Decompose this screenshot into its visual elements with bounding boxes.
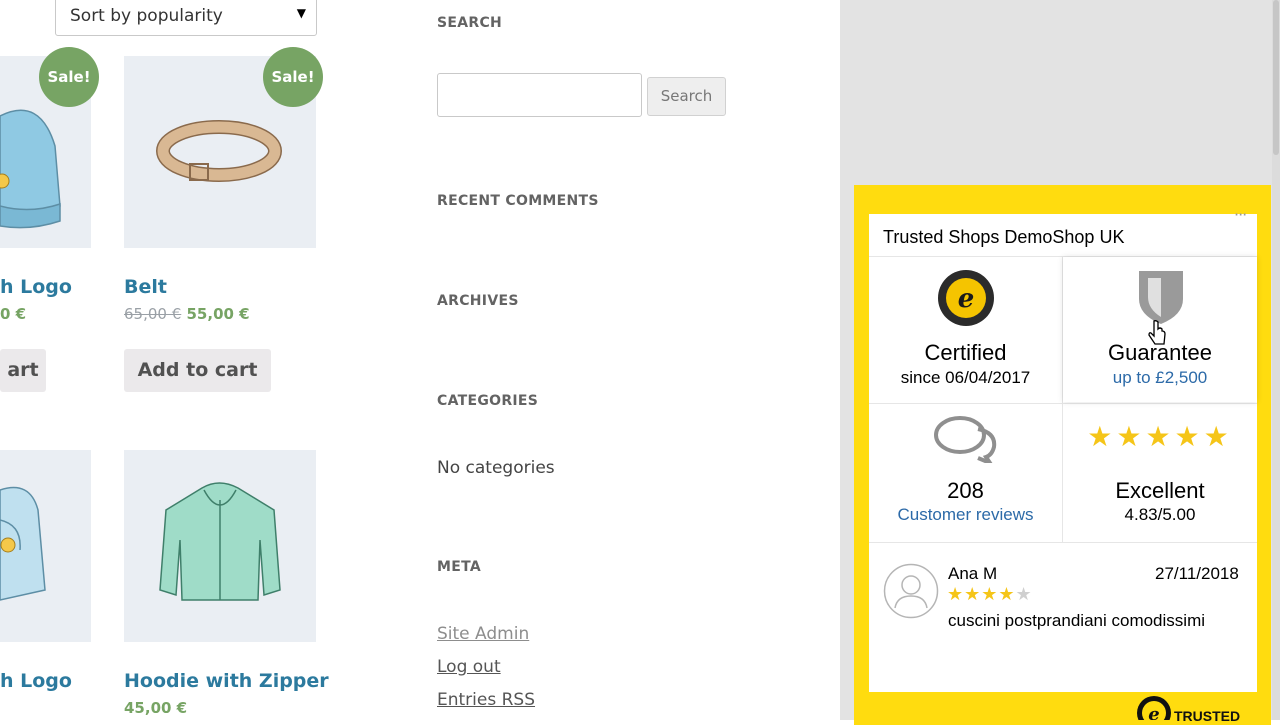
rating-value: 4.83/5.00: [1124, 505, 1196, 524]
hoodie-illustration: [0, 486, 46, 601]
shield-icon: [1138, 269, 1184, 325]
review-stars-filled: ★★★★: [947, 584, 1016, 605]
scrollbar-thumb[interactable]: [1273, 0, 1279, 155]
review-date: 27/11/2018: [1155, 564, 1239, 583]
trusted-logo-text: TRUSTED: [1174, 708, 1241, 724]
add-to-cart-button[interactable]: Add to cart: [124, 349, 271, 392]
divider: [869, 542, 1257, 543]
meta-link-site-admin[interactable]: Site Admin: [437, 624, 529, 644]
product-name[interactable]: h Logo: [0, 670, 72, 692]
trusted-shops-seal-icon: e: [937, 269, 995, 327]
rating-label: Excellent: [1115, 478, 1205, 503]
meta-link-entries-rss[interactable]: Entries RSS: [437, 690, 535, 710]
sale-price: 55,00 €: [186, 305, 250, 323]
product-name[interactable]: Belt: [124, 276, 167, 298]
search-button[interactable]: Search: [647, 77, 726, 116]
old-price: 65,00 €: [124, 305, 182, 323]
user-avatar-icon: [883, 563, 939, 619]
customer-reviews-link[interactable]: Customer reviews: [869, 505, 1062, 525]
review-stars: ★★★★★: [947, 584, 1033, 605]
certified-title: Certified: [924, 340, 1007, 365]
sort-select-value: Sort by popularity: [70, 6, 223, 26]
no-categories-text: No categories: [437, 458, 555, 478]
mouse-pointer-icon: [1148, 320, 1168, 352]
widget-title-recent-comments: RECENT COMMENTS: [437, 193, 599, 209]
hoodie-zipper-illustration: [159, 482, 281, 601]
widget-title-search: SEARCH: [437, 15, 503, 31]
product-image-hoodie-zipper[interactable]: [124, 450, 316, 642]
review-author: Ana M: [948, 564, 998, 583]
sale-badge: Sale!: [39, 47, 99, 107]
search-input[interactable]: [437, 73, 642, 117]
widget-title-archives: ARCHIVES: [437, 293, 519, 309]
reviews-count: 208: [947, 478, 984, 503]
chevron-down-icon: ▼: [296, 6, 306, 20]
review-text: cuscini postprandiani comodissimi: [948, 611, 1206, 630]
product-price: 0 €: [0, 305, 27, 323]
sale-badge: Sale!: [263, 47, 323, 107]
add-to-cart-button[interactable]: art: [0, 349, 46, 392]
trusted-shops-logo-icon: e: [1136, 695, 1172, 720]
trustbadge-shop-name: Trusted Shops DemoShop UK: [883, 227, 1125, 247]
svg-text:e: e: [958, 284, 975, 314]
review-star-empty: ★: [1015, 584, 1033, 605]
rating-stars: ★★★★★: [1087, 420, 1233, 453]
product-name[interactable]: Hoodie with Zipper: [124, 670, 329, 692]
more-options-icon[interactable]: ···: [1234, 205, 1247, 224]
widget-title-meta: META: [437, 559, 481, 575]
guarantee-amount-link[interactable]: up to £2,500: [1063, 368, 1257, 388]
product-price: 45,00 €: [124, 699, 188, 717]
widget-title-categories: CATEGORIES: [437, 393, 539, 409]
divider: [869, 403, 1257, 404]
product-image-hoodie-logo[interactable]: [0, 450, 91, 642]
product-price: 65,00 € 55,00 €: [124, 305, 250, 323]
sort-select[interactable]: Sort by popularity ▼: [55, 0, 317, 36]
chat-bubbles-icon: [934, 415, 998, 468]
svg-text:e: e: [1148, 704, 1159, 720]
certified-since: since 06/04/2017: [900, 368, 1031, 387]
meta-link-log-out[interactable]: Log out: [437, 657, 501, 677]
product-name[interactable]: h Logo: [0, 276, 72, 298]
